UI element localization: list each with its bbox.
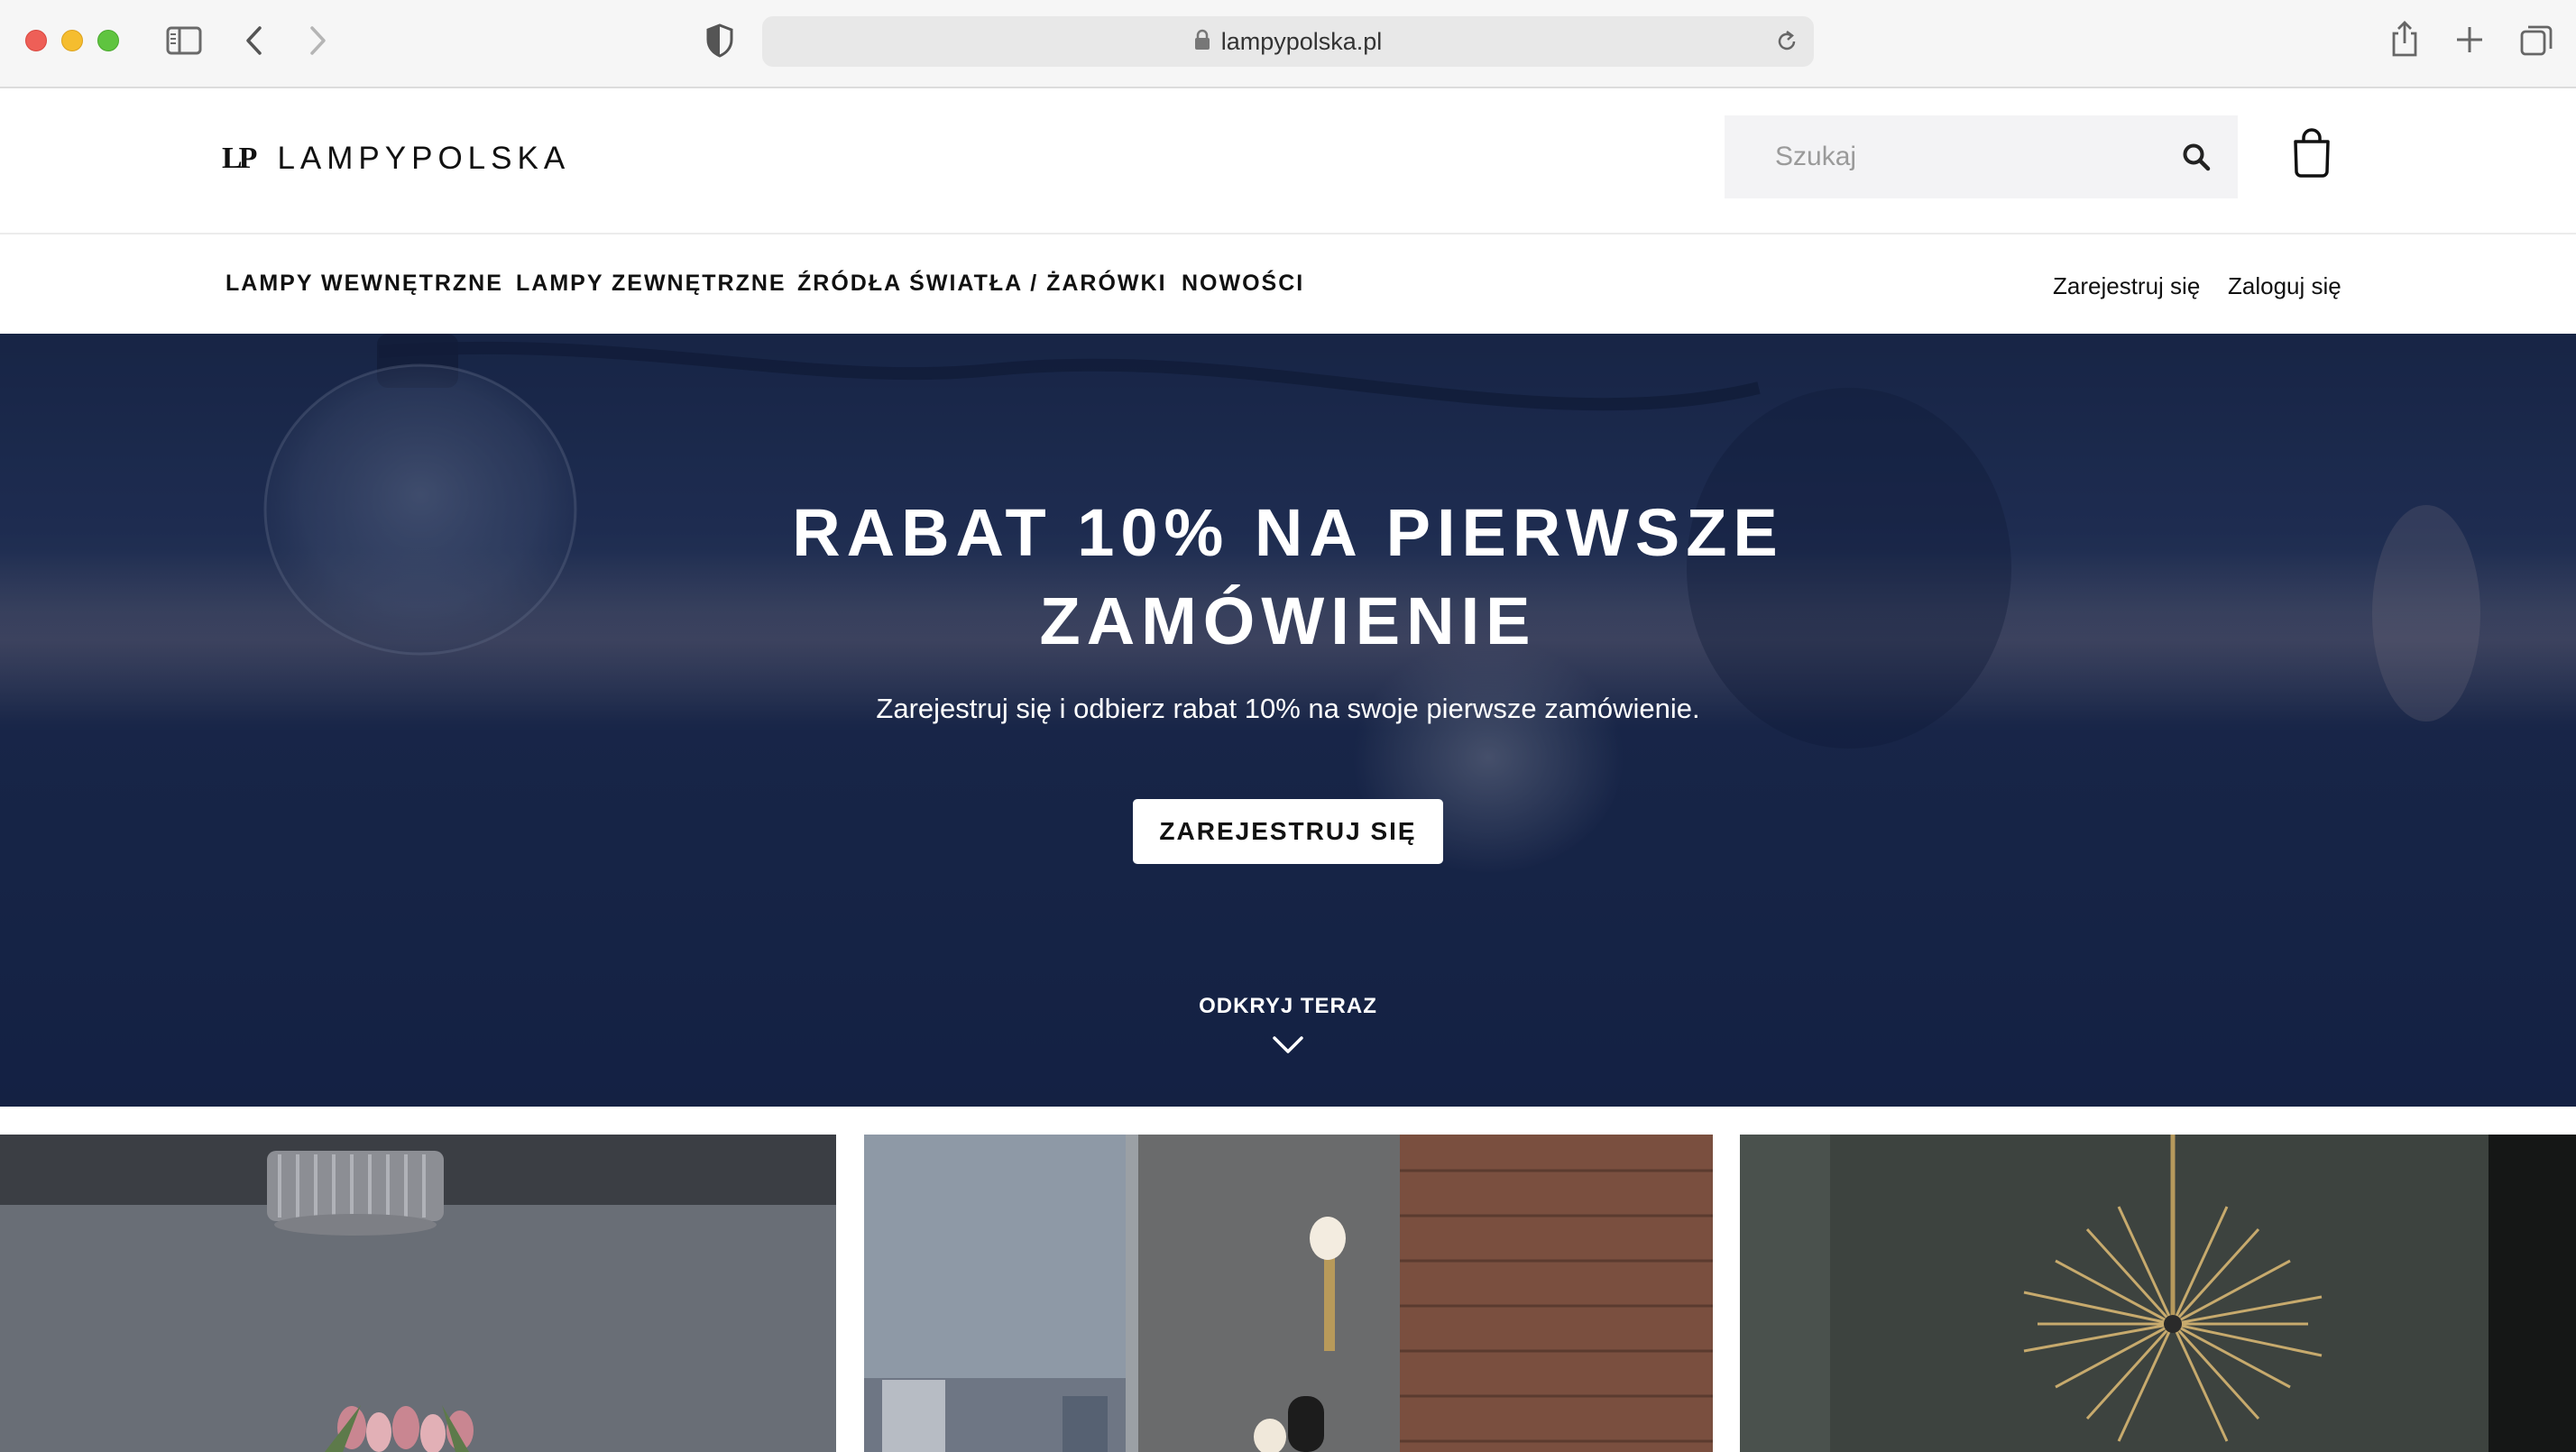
nav-item-light-sources[interactable]: ŹRÓDŁA ŚWIATŁA / ŻARÓWKI (797, 271, 1167, 297)
nav-item-outdoor-lamps[interactable]: LAMPY ZEWNĘTRZNE (516, 271, 787, 297)
tile-image-sputnik-lamp (1740, 1135, 2576, 1452)
tabs-icon[interactable] (2520, 23, 2553, 56)
hero-banner: RABAT 10% NA PIERWSZE ZAMÓWIENIE Zarejes… (0, 334, 2576, 1107)
shopping-bag-icon[interactable] (2291, 128, 2332, 183)
register-cta-button[interactable]: ZAREJESTRUJ SIĘ (1133, 799, 1443, 864)
discover-link[interactable]: ODKRYJ TERAZ (0, 994, 2576, 1019)
window-close-button[interactable] (25, 30, 47, 51)
hero-title-line-2: ZAMÓWIENIE (1039, 584, 1537, 658)
plus-icon[interactable] (2455, 25, 2484, 54)
address-bar[interactable]: lampypolska.pl (762, 16, 1814, 67)
hero-subtitle: Zarejestruj się i odbierz rabat 10% na s… (876, 693, 1700, 724)
chevron-down-icon[interactable] (1272, 1035, 1304, 1060)
nav-item-indoor-lamps[interactable]: LAMPY WEWNĘTRZNE (225, 271, 503, 297)
main-nav: LAMPY WEWNĘTRZNE LAMPY ZEWNĘTRZNE ŹRÓDŁA… (0, 233, 2576, 334)
logo[interactable]: LP LAMPYPOLSKA (222, 141, 570, 177)
tile-image-chandelier (0, 1135, 836, 1452)
chevron-left-icon[interactable] (244, 25, 265, 56)
window-maximize-button[interactable] (97, 30, 119, 51)
browser-toolbar: lampypolska.pl (0, 0, 2576, 88)
url-text: lampypolska.pl (1220, 27, 1383, 55)
chevron-right-icon[interactable] (307, 25, 328, 56)
site-header: LP LAMPYPOLSKA (0, 88, 2576, 233)
search-box[interactable] (1725, 115, 2238, 198)
nav-item-new[interactable]: NOWOŚCI (1182, 271, 1304, 297)
lock-icon (1194, 29, 1210, 55)
sidebar-icon[interactable] (166, 25, 202, 56)
window-minimize-button[interactable] (61, 30, 83, 51)
logo-mark: LP (222, 142, 258, 175)
hero-title-line-1: RABAT 10% NA PIERWSZE (792, 495, 1784, 570)
category-tile-sputnik-lamp[interactable] (1740, 1135, 2576, 1452)
register-link[interactable]: Zarejestruj się (2053, 272, 2200, 300)
category-tile-chandelier[interactable] (0, 1135, 836, 1452)
login-link[interactable]: Zaloguj się (2228, 272, 2341, 300)
reload-icon[interactable] (1774, 29, 1799, 59)
logo-text: LAMPYPOLSKA (277, 141, 571, 176)
search-icon[interactable] (2182, 142, 2211, 176)
share-icon[interactable] (2390, 20, 2419, 58)
tile-image-wall-lamp (864, 1135, 1713, 1452)
shield-icon[interactable] (705, 23, 734, 58)
search-input[interactable] (1775, 142, 2154, 172)
hero-title: RABAT 10% NA PIERWSZE ZAMÓWIENIE (0, 489, 2576, 666)
category-tile-wall-lamp[interactable] (864, 1135, 1713, 1452)
